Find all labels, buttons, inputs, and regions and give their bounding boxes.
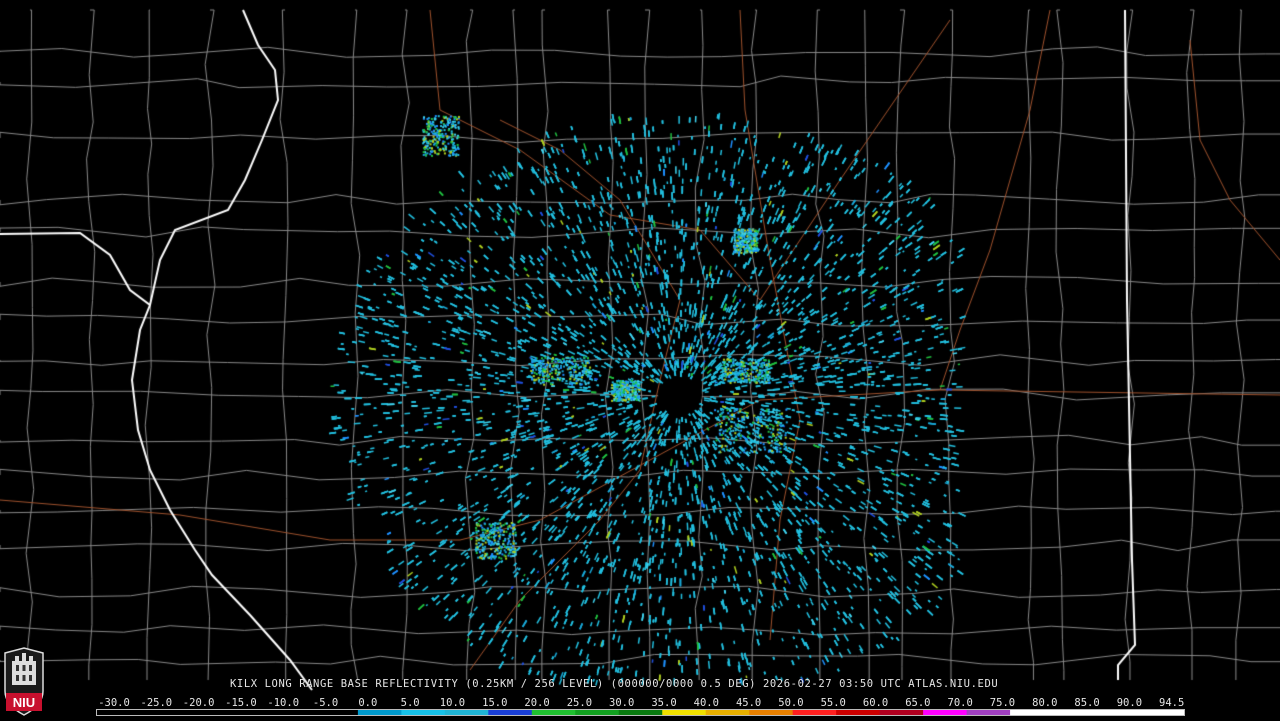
radar-map [0, 0, 1280, 720]
scale-label: 15.0 [482, 697, 508, 709]
color-scale-labels: -30.0 -25.0 -20.0 -15.0 -10.0 -5.0 0.0 5.0 10.0 1… [92, 697, 1192, 709]
scale-swatch [879, 710, 924, 715]
scale-label: 25.0 [566, 697, 593, 709]
scale-swatch [531, 710, 576, 715]
scale-swatch [749, 710, 794, 715]
scale-label: 80.0 [1032, 697, 1058, 709]
scale-label: 75.0 [989, 697, 1016, 709]
niu-logo: NIU [2, 647, 46, 717]
scale-swatch [444, 710, 489, 715]
scale-label: 35.0 [651, 697, 677, 709]
scale-label: 60.0 [862, 697, 889, 709]
scale-label: -25.0 [140, 697, 173, 709]
scale-swatch [401, 710, 446, 715]
scale-swatch [966, 710, 1011, 715]
scale-swatch [792, 710, 837, 715]
scale-swatch [1097, 710, 1142, 715]
scale-swatch [314, 710, 359, 715]
scale-label: 50.0 [778, 697, 804, 709]
scale-label: -20.0 [182, 697, 215, 709]
scale-label: 30.0 [609, 697, 635, 709]
scale-label: 45.0 [735, 697, 762, 709]
scale-swatch [357, 710, 402, 715]
scale-label: 20.0 [524, 697, 550, 709]
scale-label: 10.0 [439, 697, 466, 709]
scale-swatch [1010, 710, 1055, 715]
scale-label: 94.5 [1159, 697, 1185, 709]
scale-swatch [97, 710, 141, 715]
scale-label: 90.0 [1116, 697, 1143, 709]
scale-label: 65.0 [905, 697, 931, 709]
scale-label: -15.0 [225, 697, 257, 709]
color-scale-bar [96, 709, 1185, 716]
logo-text: NIU [13, 695, 35, 710]
scale-swatch [270, 710, 315, 715]
scale-label: 70.0 [947, 697, 973, 709]
scale-label: 5.0 [400, 697, 420, 709]
scale-label: 55.0 [820, 697, 846, 709]
scale-swatch [836, 710, 881, 715]
scale-swatch [575, 710, 620, 715]
scale-swatch [618, 710, 663, 715]
product-title: KILX LONG RANGE BASE REFLECTIVITY (0.25K… [230, 678, 999, 690]
scale-swatch [140, 710, 185, 715]
scale-label: -10.0 [267, 697, 300, 709]
scale-swatch [662, 710, 707, 715]
scale-swatch [1053, 710, 1098, 715]
scale-swatch [923, 710, 968, 715]
scale-label: 40.0 [693, 697, 719, 709]
scale-label: -30.0 [98, 697, 130, 709]
scale-label: 0.0 [358, 697, 378, 709]
scale-swatch [705, 710, 750, 715]
scale-label: -5.0 [312, 697, 339, 709]
scale-swatch [1140, 710, 1184, 715]
scale-swatch [183, 710, 228, 715]
scale-swatch [227, 710, 272, 715]
scale-swatch [488, 710, 533, 715]
scale-label: 85.0 [1074, 697, 1100, 709]
